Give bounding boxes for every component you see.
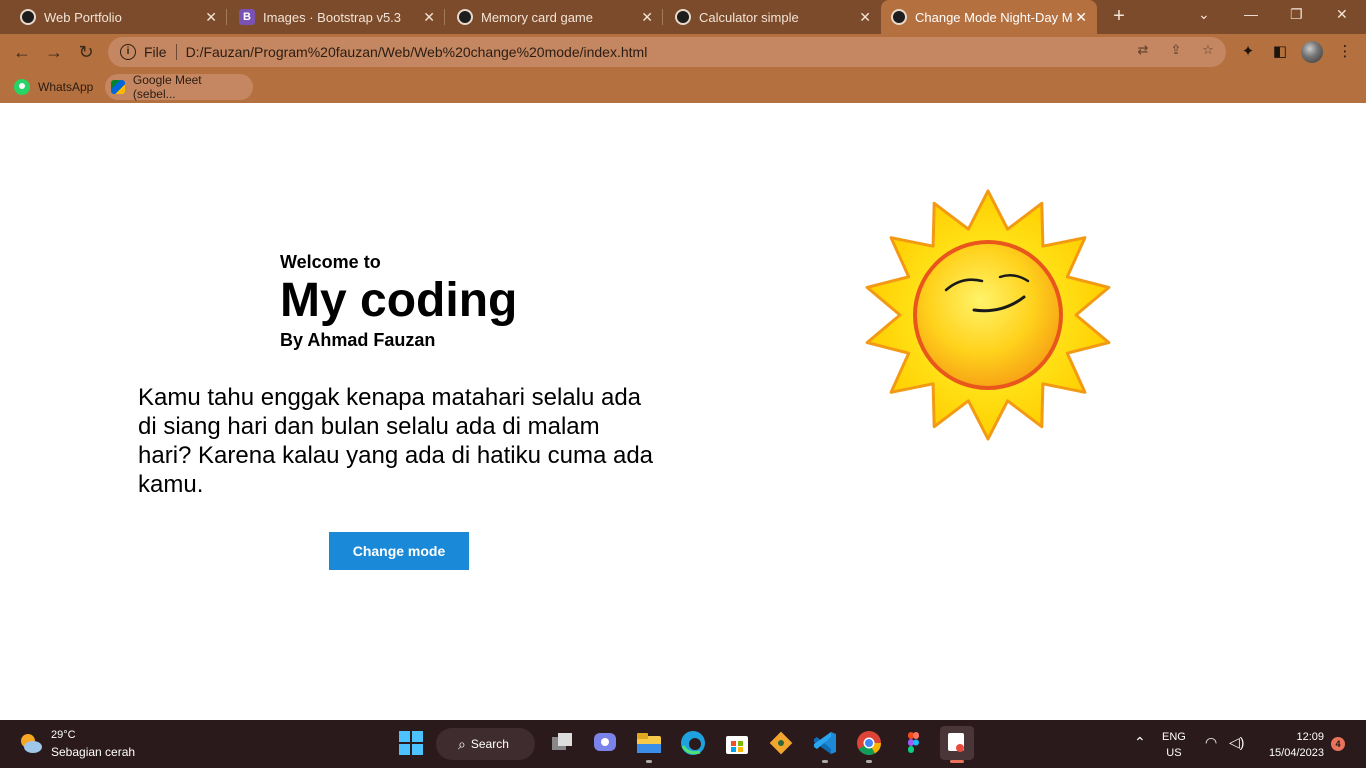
language-indicator[interactable]: ENG US <box>1162 729 1186 761</box>
weather-description[interactable]: Sebagian cerah <box>51 745 135 759</box>
share-icon[interactable]: ⇪ <box>1168 42 1184 58</box>
scheme-label: File <box>144 44 167 60</box>
page-content: Welcome to My coding By Ahmad Fauzan Kam… <box>0 103 1366 720</box>
browser-toolbar: ← → ↻ i File D:/Fauzan/Program%20fauzan/… <box>0 34 1366 70</box>
notification-badge[interactable]: 4 <box>1331 737 1345 751</box>
menu-icon[interactable]: ⋮ <box>1336 43 1354 61</box>
minimize-icon[interactable]: — <box>1244 6 1258 22</box>
volume-icon[interactable]: ◁) <box>1229 734 1244 751</box>
running-indicator <box>866 760 872 763</box>
divider <box>175 44 177 60</box>
bootstrap-icon: B <box>239 9 255 25</box>
info-icon[interactable]: i <box>120 44 136 60</box>
region-code: US <box>1166 747 1182 759</box>
window-close-icon[interactable]: ✕ <box>1336 6 1348 23</box>
tab-strip: Web Portfolio ✕ B Images · Bootstrap v5.… <box>0 0 1366 34</box>
tab-title: Calculator simple <box>699 9 799 25</box>
language-code: ENG <box>1162 731 1186 743</box>
tab-title: Images · Bootstrap v5.3 <box>263 9 402 25</box>
new-tab-button[interactable]: + <box>1108 6 1130 28</box>
tab-title: Change Mode Night-Day Mo <box>915 9 1073 25</box>
reload-icon[interactable]: ↻ <box>76 42 96 62</box>
chevron-up-icon[interactable]: ⌃ <box>1134 734 1146 751</box>
browser-chrome: Web Portfolio ✕ B Images · Bootstrap v5.… <box>0 0 1366 103</box>
tab-calculator-simple[interactable]: Calculator simple ✕ <box>663 0 881 34</box>
clock[interactable]: 12:09 15/04/2023 <box>1262 729 1324 761</box>
tab-title: Web Portfolio <box>44 9 122 25</box>
edge-icon[interactable] <box>680 730 706 756</box>
running-indicator <box>822 760 828 763</box>
bookmark-label: Google Meet (sebel... <box>132 73 202 101</box>
teams-chat-icon[interactable] <box>592 730 618 756</box>
globe-icon <box>891 9 907 25</box>
tab-bootstrap-images[interactable]: B Images · Bootstrap v5.3 ✕ <box>227 0 445 34</box>
search-icon: ⌕ <box>458 735 466 752</box>
tab-change-mode[interactable]: Change Mode Night-Day Mo ✕ <box>881 0 1097 34</box>
translate-icon[interactable]: ⇄ <box>1135 42 1151 58</box>
windows-start-icon[interactable] <box>398 730 424 756</box>
profile-avatar[interactable] <box>1301 41 1323 63</box>
url-text[interactable]: D:/Fauzan/Program%20fauzan/Web/Web%20cha… <box>186 44 648 60</box>
snipping-tool-icon[interactable] <box>940 726 974 760</box>
tab-search-icon[interactable]: ⌄ <box>1198 6 1210 23</box>
address-bar[interactable]: i File D:/Fauzan/Program%20fauzan/Web/We… <box>108 37 1226 67</box>
close-icon[interactable]: ✕ <box>1075 9 1087 26</box>
globe-icon <box>20 9 36 25</box>
file-explorer-icon[interactable] <box>636 730 662 756</box>
bookmark-google-meet[interactable]: Google Meet (sebel... <box>105 73 253 101</box>
forward-icon[interactable]: → <box>44 42 64 62</box>
globe-icon <box>457 9 473 25</box>
side-panel-icon[interactable]: ◧ <box>1271 43 1289 61</box>
extensions-icon[interactable]: ✦ <box>1239 43 1257 61</box>
bookmark-label: WhatsApp <box>38 80 94 94</box>
clock-time: 12:09 <box>1296 731 1324 743</box>
page-title: My coding <box>280 274 518 327</box>
back-icon[interactable]: ← <box>12 42 32 62</box>
globe-icon <box>675 9 691 25</box>
change-mode-button[interactable]: Change mode <box>329 532 469 570</box>
author-byline: By Ahmad Fauzan <box>280 330 436 350</box>
windows-taskbar: 29°C Sebagian cerah ⌕ Search ⌃ ENG US ◠ … <box>0 720 1366 768</box>
close-icon[interactable]: ✕ <box>641 9 653 26</box>
quote-paragraph: Kamu tahu enggak kenapa matahari selalu … <box>138 384 654 498</box>
close-icon[interactable]: ✕ <box>859 9 871 26</box>
bookmark-whatsapp[interactable]: WhatsApp <box>8 74 99 100</box>
running-indicator <box>646 760 652 763</box>
active-indicator <box>950 760 964 763</box>
tab-memory-card-game[interactable]: Memory card game ✕ <box>445 0 663 34</box>
bookmark-star-icon[interactable]: ☆ <box>1200 42 1216 58</box>
tab-title: Memory card game <box>481 9 593 25</box>
taskbar-search[interactable]: ⌕ Search <box>436 728 535 760</box>
close-icon[interactable]: ✕ <box>423 9 435 26</box>
task-view-icon[interactable] <box>549 730 575 756</box>
figma-icon[interactable] <box>900 730 926 756</box>
weather-temperature[interactable]: 29°C <box>51 729 76 741</box>
welcome-text: Welcome to <box>280 252 381 272</box>
smiling-sun-icon <box>865 189 1111 441</box>
vscode-icon[interactable] <box>812 730 838 756</box>
bookmarks-bar: WhatsApp Google Meet (sebel... <box>0 70 1366 103</box>
microsoft-store-icon[interactable] <box>724 730 750 756</box>
whatsapp-icon <box>14 79 30 95</box>
google-meet-icon <box>111 80 125 94</box>
restore-icon[interactable]: ❐ <box>1290 6 1303 23</box>
clock-date: 15/04/2023 <box>1268 747 1324 759</box>
chrome-icon[interactable] <box>856 730 882 756</box>
tab-web-portfolio[interactable]: Web Portfolio ✕ <box>0 0 227 34</box>
close-icon[interactable]: ✕ <box>205 9 217 26</box>
wifi-icon[interactable]: ◠ <box>1205 734 1217 751</box>
git-icon[interactable] <box>768 730 794 756</box>
partly-cloudy-icon[interactable] <box>18 730 44 756</box>
search-label: Search <box>470 737 509 751</box>
